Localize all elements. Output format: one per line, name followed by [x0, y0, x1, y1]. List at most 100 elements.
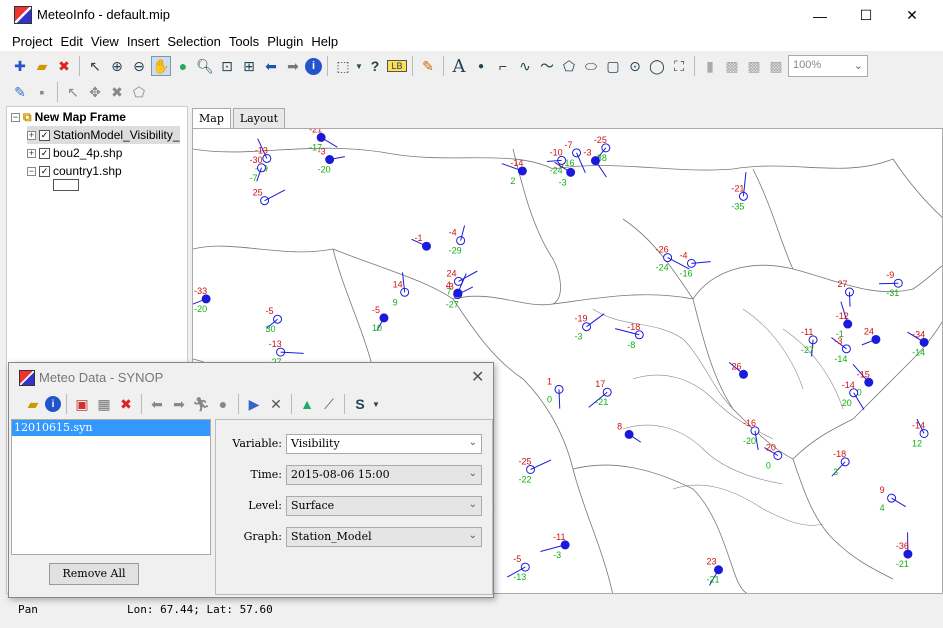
settings-icon[interactable]: ✕: [266, 394, 286, 414]
dewpoint-label: -24: [550, 165, 563, 175]
layer-bou2-4p[interactable]: + ✓ bou2_4p.shp: [27, 144, 122, 162]
add-layer-icon[interactable]: ✚: [10, 56, 30, 76]
file-list-item[interactable]: 12010615.syn: [12, 420, 210, 436]
menu-selection[interactable]: Selection: [163, 34, 224, 49]
script-icon[interactable]: S: [350, 394, 370, 414]
file-list[interactable]: 12010615.syn: [11, 419, 211, 555]
label-tool-icon[interactable]: LB: [387, 60, 407, 72]
graph-label: Graph:: [243, 530, 282, 543]
polygon-tool-icon[interactable]: ⬠: [559, 56, 579, 76]
help-icon[interactable]: ?: [365, 56, 385, 76]
curve-tool-icon[interactable]: 〜: [537, 56, 557, 76]
time-select[interactable]: 2015-08-06 15:00 ⌄: [286, 465, 482, 485]
remove-layer-icon[interactable]: ✖: [54, 56, 74, 76]
layer-stationmodel[interactable]: + ✓ StationModel_Visibility_: [27, 126, 180, 144]
maximize-button[interactable]: ☐: [843, 0, 889, 31]
menu-project[interactable]: Project: [8, 34, 56, 49]
data-table-icon[interactable]: ▦: [94, 394, 114, 414]
collapse-icon[interactable]: −: [11, 112, 20, 122]
remove-all-button[interactable]: Remove All: [49, 563, 139, 585]
menu-tools[interactable]: Tools: [225, 34, 263, 49]
layer-checkbox[interactable]: ✓: [39, 165, 50, 177]
menu-insert[interactable]: Insert: [123, 34, 164, 49]
zoom-full-icon[interactable]: ⊡: [217, 56, 237, 76]
circle-tool-icon[interactable]: ⊙: [625, 56, 645, 76]
zoom-out-icon[interactable]: ⊖: [129, 56, 149, 76]
add-feature-icon[interactable]: ⬠: [129, 82, 149, 102]
station-map-icon[interactable]: ▣: [72, 394, 92, 414]
dewpoint-label: -29: [449, 246, 462, 256]
polyline-tool-icon[interactable]: ⌐: [493, 56, 513, 76]
dewpoint-label: -3: [553, 550, 561, 560]
tab-layout[interactable]: Layout: [232, 108, 286, 128]
select-arrow-icon[interactable]: ↖: [85, 56, 105, 76]
layer-checkbox[interactable]: ✓: [39, 147, 50, 159]
minimize-button[interactable]: —: [797, 0, 843, 31]
fit-page-icon[interactable]: ▩: [722, 56, 742, 76]
edit-pencil-icon[interactable]: ✎: [418, 56, 438, 76]
chart-icon[interactable]: ▲: [297, 394, 317, 414]
zoom-in-icon[interactable]: ⊕: [107, 56, 127, 76]
dropdown-arrow-icon[interactable]: ▼: [372, 394, 380, 414]
temperature-label: -5: [513, 554, 521, 564]
back-arrow-icon[interactable]: ⬅: [261, 56, 281, 76]
info-icon[interactable]: i: [305, 57, 322, 75]
tab-map[interactable]: Map: [192, 108, 231, 128]
close-button[interactable]: ✕: [889, 0, 935, 31]
expand-icon[interactable]: +: [27, 148, 36, 158]
menu-edit[interactable]: Edit: [56, 34, 86, 49]
rectangle-tool-icon[interactable]: ▢: [603, 56, 623, 76]
menu-plugin[interactable]: Plugin: [263, 34, 307, 49]
ellipse-shape-icon[interactable]: ⬭: [581, 56, 601, 76]
identify-icon[interactable]: 🔍︎: [195, 56, 215, 76]
freehand-tool-icon[interactable]: ∿: [515, 56, 535, 76]
select-rectangle-icon[interactable]: ⬚: [333, 56, 353, 76]
graph-select[interactable]: Station_Model ⌄: [286, 527, 482, 547]
stop-icon[interactable]: ●: [213, 394, 233, 414]
level-select[interactable]: Surface ⌄: [286, 496, 482, 516]
station-symbol: -11 -3: [540, 532, 570, 560]
fit-width-icon[interactable]: ▩: [744, 56, 764, 76]
edit-vertices-icon[interactable]: ⛶: [669, 56, 689, 76]
dropdown-arrow-icon[interactable]: ▼: [355, 56, 363, 76]
dewpoint-label: -1: [836, 329, 844, 339]
info-icon[interactable]: i: [45, 396, 61, 412]
pan-hand-icon[interactable]: ✋: [151, 56, 171, 76]
ellipse-tool-icon[interactable]: ◯: [647, 56, 667, 76]
animate-icon[interactable]: 🏃︎: [191, 394, 211, 414]
menu-help[interactable]: Help: [307, 34, 342, 49]
dialog-close-button[interactable]: ✕: [471, 367, 484, 387]
open-folder-icon[interactable]: ▰: [23, 394, 43, 414]
globe-icon[interactable]: ●: [173, 56, 193, 76]
level-value: Surface: [291, 499, 335, 512]
next-arrow-icon[interactable]: ➡: [169, 394, 189, 414]
zoom-combo[interactable]: 100% ⌄: [788, 55, 868, 77]
page-icon[interactable]: ▮: [700, 56, 720, 76]
select-feature-icon[interactable]: ↖: [63, 82, 83, 102]
move-feature-icon[interactable]: ✥: [85, 82, 105, 102]
station-symbol: -9 -31: [879, 270, 903, 298]
station-symbol: -25 -22: [519, 456, 552, 484]
menu-view[interactable]: View: [87, 34, 123, 49]
line-chart-icon[interactable]: ⟋: [319, 394, 339, 414]
temperature-label: -14: [912, 420, 925, 430]
delete-icon[interactable]: ✖: [116, 394, 136, 414]
forward-arrow-icon[interactable]: ➡: [283, 56, 303, 76]
toolbar-separator: [141, 394, 142, 414]
fit-height-icon[interactable]: ▩: [766, 56, 786, 76]
layer-country1[interactable]: − ✓ country1.shp: [27, 162, 122, 180]
save-edit-icon[interactable]: ▪: [32, 82, 52, 102]
text-tool-icon[interactable]: A: [449, 56, 469, 77]
variable-select[interactable]: Visibility ⌄: [286, 434, 482, 454]
map-frame-node[interactable]: − ⧉ New Map Frame: [11, 108, 126, 126]
layer-checkbox[interactable]: ✓: [39, 129, 50, 141]
point-tool-icon[interactable]: ●: [471, 56, 491, 76]
open-folder-icon[interactable]: ▰: [32, 56, 52, 76]
previous-arrow-icon[interactable]: ⬅: [147, 394, 167, 414]
collapse-icon[interactable]: −: [27, 166, 36, 176]
draw-icon[interactable]: ▶: [244, 394, 264, 414]
expand-icon[interactable]: +: [27, 130, 36, 140]
delete-feature-icon[interactable]: ✖: [107, 82, 127, 102]
edit-layer-icon[interactable]: ✎: [10, 82, 30, 102]
zoom-layer-icon[interactable]: ⊞: [239, 56, 259, 76]
